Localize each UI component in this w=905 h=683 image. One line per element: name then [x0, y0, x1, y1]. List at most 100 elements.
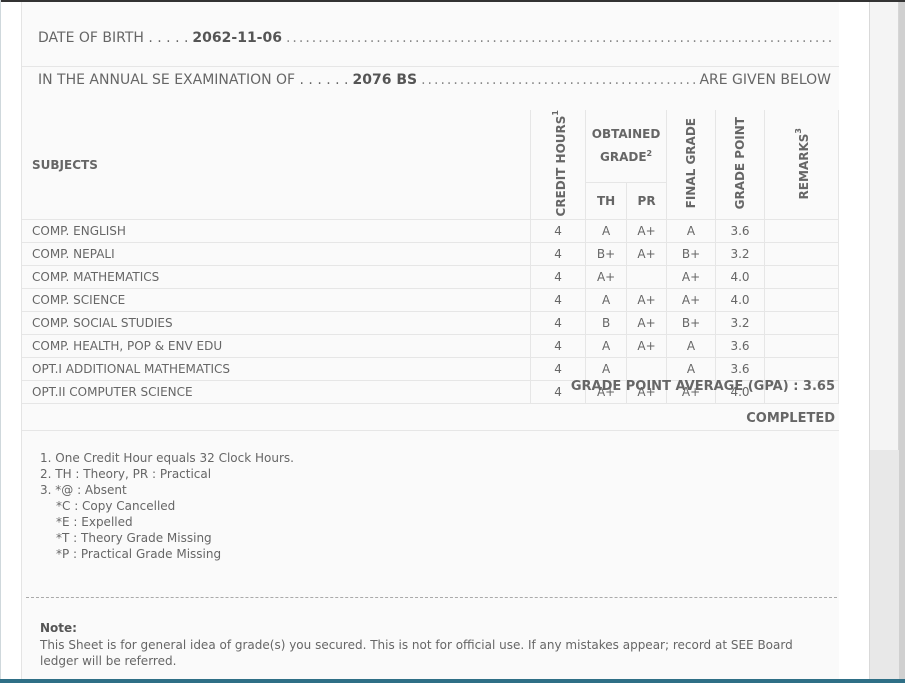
remarks-header: REMARKS3 — [763, 110, 839, 221]
subject-cell: COMP. NEPALI — [22, 242, 532, 267]
pr-header: PR — [626, 181, 668, 221]
subject-cell: COMP. ENGLISH — [22, 219, 532, 244]
theory-grade-cell: A — [585, 334, 628, 359]
subject-cell: OPT.I ADDITIONAL MATHEMATICS — [22, 357, 532, 382]
grade-point-cell: 3.6 — [715, 357, 765, 382]
credit-hours-cell: 4 — [530, 288, 587, 313]
footnote-1: 1 — [550, 110, 560, 116]
table-row: COMP. SCIENCE 4 A A+ A+ 4.0 — [22, 288, 839, 313]
remarks-cell — [763, 242, 839, 267]
practical-grade-cell — [626, 357, 668, 382]
th-header: TH — [585, 181, 628, 221]
final-grade-cell: A — [666, 219, 717, 244]
obtained-grade-header: OBTAINED GRADE2 — [585, 110, 668, 183]
exam-label: IN THE ANNUAL SE EXAMINATION OF . . . . … — [38, 72, 349, 88]
credit-hours-cell: 4 — [530, 334, 587, 359]
credit-hours-cell: 4 — [530, 242, 587, 267]
theory-grade-cell: A+ — [585, 265, 628, 290]
practical-grade-cell: A+ — [626, 288, 668, 313]
table-row: COMP. ENGLISH 4 A A+ A 3.6 — [22, 219, 839, 244]
subjects-header: SUBJECTS — [22, 110, 532, 221]
remarks-cell — [763, 334, 839, 359]
final-grade-cell: A — [666, 334, 717, 359]
grade-label: GRADE — [600, 149, 647, 164]
divider — [22, 430, 839, 431]
grade-point-label: GRADE POINT — [733, 117, 747, 210]
grade-point-cell: 4.0 — [715, 288, 765, 313]
grade-point-cell: 3.2 — [715, 311, 765, 336]
grade-point-cell: 4.0 — [715, 265, 765, 290]
dob-label: DATE OF BIRTH . . . . . — [38, 30, 189, 46]
remarks-cell — [763, 219, 839, 244]
final-grade-label: FINAL GRADE — [684, 118, 699, 209]
final-grade-header: FINAL GRADE — [666, 110, 717, 221]
final-grade-cell: B+ — [666, 242, 717, 267]
credit-hours-cell: 4 — [530, 311, 587, 336]
divider — [22, 66, 839, 67]
table-row: COMP. MATHEMATICS 4 A+ A+ 4.0 — [22, 265, 839, 290]
legend-item: *E : Expelled — [56, 515, 133, 529]
dashed-divider — [26, 597, 837, 598]
credit-hours-header: CREDIT HOURS1 — [530, 110, 587, 221]
exam-line: IN THE ANNUAL SE EXAMINATION OF . . . . … — [38, 72, 831, 88]
credit-hours-label: CREDIT HOURS — [553, 115, 568, 217]
legend-item: 2. TH : Theory, PR : Practical — [40, 467, 212, 481]
theory-grade-cell: A — [585, 288, 628, 313]
practical-grade-cell: A+ — [626, 219, 668, 244]
legend-item: *T : Theory Grade Missing — [56, 531, 212, 545]
subject-cell: COMP. SCIENCE — [22, 288, 532, 313]
gradesheet-document: DATE OF BIRTH . . . . . 2062-11-06 IN TH… — [21, 2, 840, 679]
credit-hours-cell: 4 — [530, 219, 587, 244]
dob-value: 2062-11-06 — [192, 30, 282, 46]
date-of-birth-line: DATE OF BIRTH . . . . . 2062-11-06 — [38, 30, 831, 46]
subject-cell: COMP. HEALTH, POP & ENV EDU — [22, 334, 532, 359]
final-grade-cell: A — [666, 357, 717, 382]
subject-cell: COMP. MATHEMATICS — [22, 265, 532, 290]
practical-grade-cell: A+ — [626, 311, 668, 336]
exam-suffix: ARE GIVEN BELOW — [699, 72, 831, 88]
scrollbar-track-edge — [899, 2, 905, 679]
grade-point-cell: 3.6 — [715, 219, 765, 244]
footnote-3: 3 — [793, 127, 803, 134]
remarks-cell — [763, 357, 839, 382]
grade-point-header: GRADE POINT — [715, 110, 765, 221]
legend-item: 3. *@ : Absent — [40, 483, 127, 497]
table-row: COMP. HEALTH, POP & ENV EDU 4 A A+ A 3.6 — [22, 334, 839, 359]
remarks-label: REMARKS — [796, 133, 811, 199]
legend-item: *P : Practical Grade Missing — [56, 547, 222, 561]
dotted-leader — [421, 72, 697, 88]
grades-table: SUBJECTS CREDIT HOURS1 OBTAINED GRADE2 F… — [22, 110, 839, 405]
footnote-legend: 1. One Credit Hour equals 32 Clock Hours… — [40, 450, 294, 562]
legend-item: *C : Copy Cancelled — [56, 499, 176, 513]
table-row: OPT.I ADDITIONAL MATHEMATICS 4 A A 3.6 — [22, 357, 839, 382]
theory-grade-cell: A — [585, 219, 628, 244]
footnote-2: 2 — [646, 148, 653, 158]
remarks-cell — [763, 288, 839, 313]
scrollbar-thumb[interactable] — [870, 2, 899, 450]
grade-point-cell: 3.2 — [715, 242, 765, 267]
note-text: This Sheet is for general idea of grade(… — [40, 638, 793, 668]
dotted-leader — [286, 30, 831, 46]
table-row: COMP. SOCIAL STUDIES 4 B A+ B+ 3.2 — [22, 311, 839, 336]
table-row: COMP. NEPALI 4 B+ A+ B+ 3.2 — [22, 242, 839, 267]
final-grade-cell: B+ — [666, 311, 717, 336]
remarks-cell — [763, 265, 839, 290]
exam-value: 2076 BS — [352, 72, 418, 88]
remarks-cell — [763, 311, 839, 336]
window-bottom-bar — [0, 679, 905, 683]
credit-hours-cell: 4 — [530, 357, 587, 382]
result-status: COMPLETED — [746, 411, 835, 426]
gpa-summary: GRADE POINT AVERAGE (GPA) : 3.65 — [570, 379, 835, 394]
grade-point-cell: 3.6 — [715, 334, 765, 359]
practical-grade-cell: A+ — [626, 334, 668, 359]
window-left-edge — [0, 0, 1, 683]
practical-grade-cell: A+ — [626, 242, 668, 267]
subject-cell: COMP. SOCIAL STUDIES — [22, 311, 532, 336]
theory-grade-cell: B+ — [585, 242, 628, 267]
subject-cell: OPT.II COMPUTER SCIENCE — [22, 380, 532, 405]
final-grade-cell: A+ — [666, 265, 717, 290]
page-gutter — [839, 2, 869, 679]
legend-item: 1. One Credit Hour equals 32 Clock Hours… — [40, 451, 294, 465]
grade-rows: COMP. ENGLISH 4 A A+ A 3.6 COMP. NEPALI 4 B+ A+ B+… — [22, 219, 839, 405]
credit-hours-cell: 4 — [530, 265, 587, 290]
